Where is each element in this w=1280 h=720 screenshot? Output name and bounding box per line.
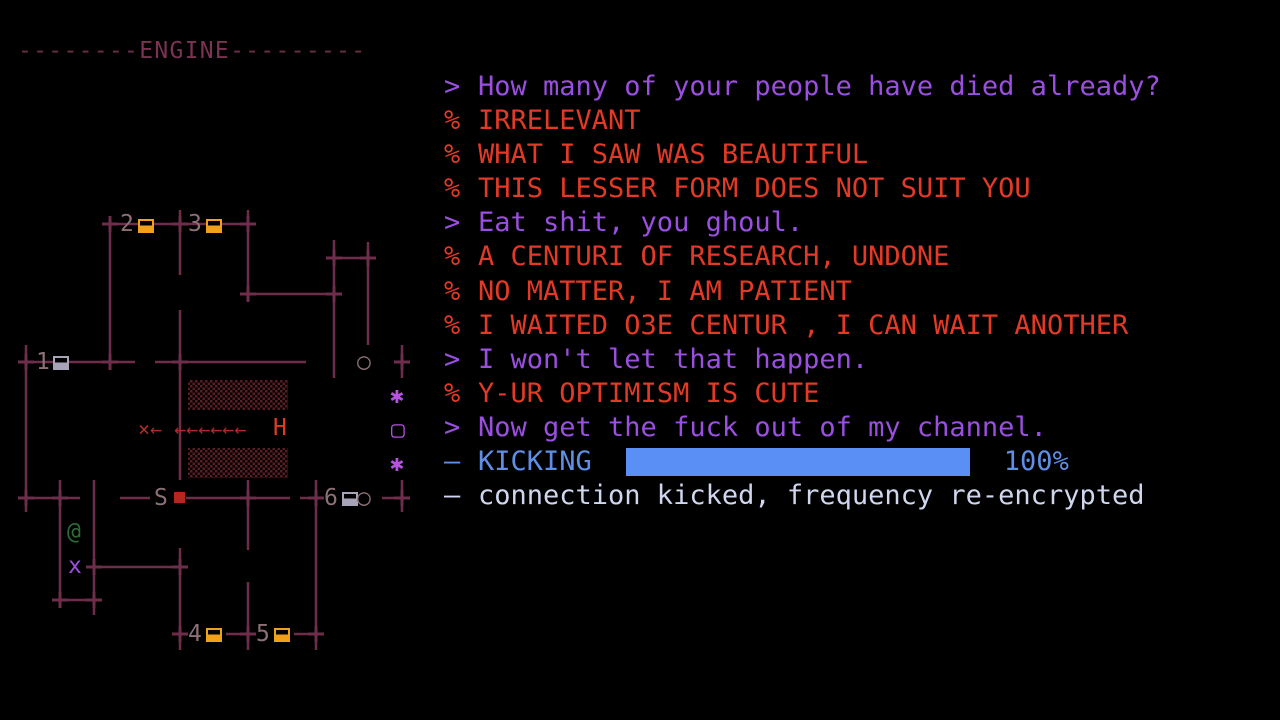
log-line: > How many of your people have died alrea…	[444, 70, 1264, 104]
hostile-marker[interactable]: H	[273, 415, 287, 441]
room-4-label: 4	[188, 621, 202, 647]
room-3-door-icon[interactable]	[206, 219, 222, 233]
status-text: connection kicked, frequency re-encrypte…	[478, 480, 1145, 512]
node-icon[interactable]: ○	[357, 349, 371, 375]
room-6-label: 6	[324, 485, 338, 511]
progress-label: KICKING	[478, 446, 592, 478]
room-3-label: 3	[188, 211, 202, 237]
prompt-symbol: %	[444, 309, 461, 341]
log-text: I WAITED O3E CENTUR , I CAN WAIT ANOTHER	[478, 309, 1129, 341]
square-icon[interactable]: ▢	[391, 417, 405, 443]
hostile-trail: ×← ←←←←←←	[138, 417, 247, 441]
status-line: — connection kicked, frequency re-encrypt…	[444, 479, 1264, 513]
prompt-symbol: >	[444, 207, 461, 239]
log-text: NO MATTER, I AM PATIENT	[478, 275, 852, 307]
log-line: > Eat shit, you ghoul.	[444, 206, 1264, 240]
log-line: % IRRELEVANT	[444, 104, 1264, 138]
dash-symbol: —	[444, 480, 461, 512]
log-text: A CENTURI OF RESEARCH, UNDONE	[478, 241, 950, 273]
hazard-field	[188, 448, 288, 478]
room-6-door-icon[interactable]	[342, 492, 358, 506]
log-line: % NO MATTER, I AM PATIENT	[444, 275, 1264, 309]
asterisk-icon[interactable]: ✱	[390, 451, 404, 477]
prompt-symbol: >	[444, 71, 461, 102]
prompt-symbol: %	[444, 173, 461, 205]
prompt-symbol: %	[444, 139, 461, 171]
progress-fill	[625, 448, 970, 477]
log-line: % A CENTURI OF RESEARCH, UNDONE	[444, 240, 1264, 274]
progress-bar	[625, 448, 970, 477]
start-marker	[174, 492, 185, 503]
prompt-symbol: %	[444, 105, 461, 137]
asterisk-icon[interactable]: ✱	[390, 383, 404, 409]
player-marker[interactable]: @	[67, 519, 81, 545]
log-line: > I won't let that happen.	[444, 343, 1264, 377]
room-5-door-icon[interactable]	[274, 628, 290, 642]
room-2-door-icon[interactable]	[138, 219, 154, 233]
start-label: S	[154, 485, 168, 511]
log-line: % Y-UR OPTIMISM IS CUTE	[444, 377, 1264, 411]
prompt-symbol: %	[444, 377, 461, 409]
ship-map: --------ENGINE--------- 2 3 1 6 4 5 S ×←…	[0, 0, 430, 720]
game-screen: --------ENGINE--------- 2 3 1 6 4 5 S ×←…	[0, 0, 1280, 720]
log-text: THIS LESSER FORM DOES NOT SUIT YOU	[478, 173, 1031, 205]
log-text: Now get the fuck out of my channel.	[478, 411, 1047, 443]
prompt-symbol: >	[444, 343, 461, 375]
room-1-door-icon[interactable]	[53, 356, 69, 370]
node-icon[interactable]: ○	[357, 485, 371, 511]
log-line: % WHAT I SAW WAS BEAUTIFUL	[444, 138, 1264, 172]
prompt-symbol: %	[444, 275, 461, 307]
log-line: > Now get the fuck out of my channel.	[444, 411, 1264, 445]
log-line: % I WAITED O3E CENTUR , I CAN WAIT ANOTHE…	[444, 309, 1264, 343]
room-2-label: 2	[120, 211, 134, 237]
crew-marker[interactable]: x	[68, 553, 82, 579]
kick-progress-line: — KICKING 100%	[444, 445, 1264, 479]
log-text: IRRELEVANT	[478, 105, 641, 137]
room-5-label: 5	[256, 621, 270, 647]
dash-symbol: —	[444, 446, 461, 478]
log-text: WHAT I SAW WAS BEAUTIFUL	[478, 139, 869, 171]
room-1-label: 1	[36, 349, 50, 375]
prompt-symbol: >	[444, 411, 461, 443]
log-text: Y-UR OPTIMISM IS CUTE	[478, 377, 820, 409]
room-4-door-icon[interactable]	[206, 628, 222, 642]
log-text: Eat shit, you ghoul.	[478, 207, 804, 239]
progress-percent: 100%	[1003, 446, 1069, 478]
log-text: I won't let that happen.	[478, 343, 869, 375]
log-text: How many of your people have died alread…	[478, 71, 1161, 102]
hazard-field	[188, 380, 288, 410]
log-line: % THIS LESSER FORM DOES NOT SUIT YOU	[444, 172, 1264, 206]
prompt-symbol: %	[444, 241, 461, 273]
comm-log: > How many of your people have died alrea…	[444, 70, 1264, 513]
